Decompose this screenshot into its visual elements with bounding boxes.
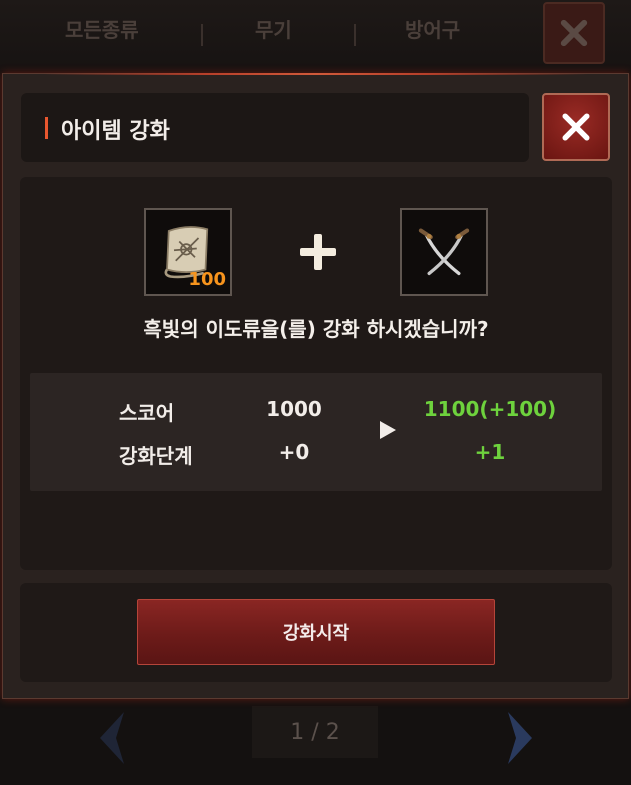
arrow-right-icon — [380, 421, 396, 439]
close-icon — [560, 19, 588, 47]
background-close-button[interactable] — [543, 2, 605, 64]
item-upgrade-dialog: 아이템 강화 100 흑빛의 이도류을(를) 강화 하시겠습니까? 스코어 10… — [2, 73, 629, 699]
stat-label-level: 강화단계 — [119, 444, 193, 468]
dialog-header: 아이템 강화 — [21, 93, 529, 162]
upgrade-info-panel: 100 흑빛의 이도류을(를) 강화 하시겠습니까? 스코어 1000 1100… — [20, 177, 612, 570]
stat-current-score: 1000 — [266, 397, 322, 421]
plus-icon — [300, 234, 336, 270]
dialog-title: 아이템 강화 — [61, 119, 170, 144]
confirm-message: 흑빛의 이도류을(를) 강화 하시겠습니까? — [143, 317, 489, 341]
stats-comparison: 스코어 1000 1100(+100) 강화단계 +0 +1 — [30, 373, 602, 491]
stat-label-score: 스코어 — [119, 401, 175, 425]
title-accent-bar — [45, 117, 48, 139]
dialog-footer: 강화시작 — [20, 583, 612, 682]
stat-current-level: +0 — [278, 440, 310, 464]
target-item-slot[interactable] — [400, 208, 488, 296]
start-upgrade-button[interactable]: 강화시작 — [137, 599, 495, 665]
tab-weapon[interactable]: 무기 — [255, 14, 292, 43]
prev-page-icon[interactable] — [92, 708, 132, 768]
tab-divider — [201, 24, 203, 46]
tab-all[interactable]: 모든종류 — [65, 14, 139, 43]
item-count: 100 — [188, 269, 226, 290]
close-icon — [562, 113, 590, 141]
stat-next-level: +1 — [474, 440, 506, 464]
background-tab-bar: 모든종류 무기 방어구 — [0, 0, 631, 70]
close-button[interactable] — [542, 93, 610, 161]
material-item-slot[interactable]: 100 — [144, 208, 232, 296]
page-indicator: 1 / 2 — [252, 706, 378, 758]
tab-divider — [354, 24, 356, 46]
stat-next-score: 1100(+100) — [423, 397, 557, 421]
dual-swords-icon — [418, 228, 470, 276]
tab-armor[interactable]: 방어구 — [405, 14, 460, 43]
next-page-icon[interactable] — [500, 708, 540, 768]
